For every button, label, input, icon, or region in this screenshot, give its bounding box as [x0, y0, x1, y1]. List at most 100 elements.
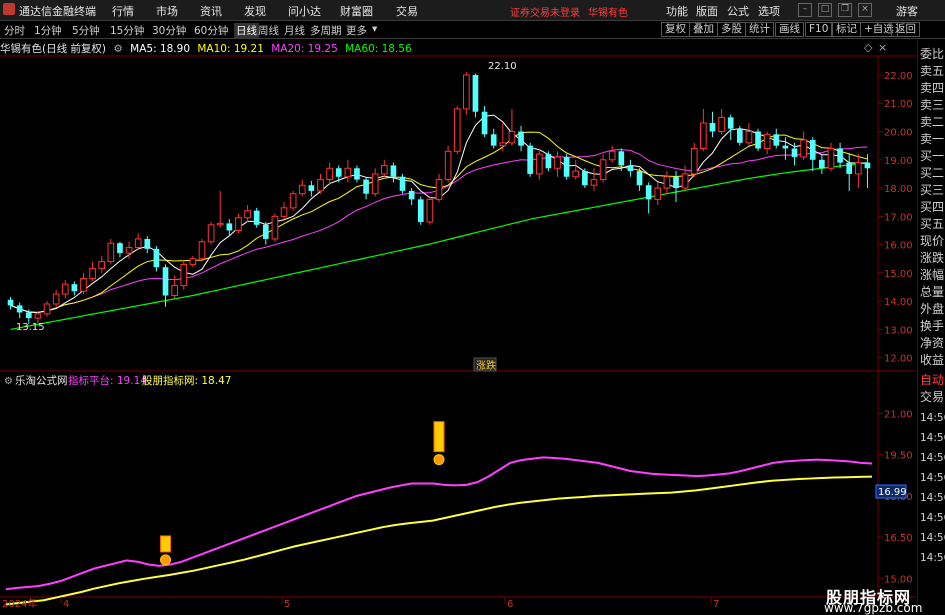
sidebar-item-bid2[interactable]: 买二 — [920, 165, 945, 182]
price-tick-label: 22.00 — [884, 71, 913, 82]
candle-body — [718, 116, 725, 133]
sidebar-item-ask2[interactable]: 卖二 — [920, 114, 945, 131]
signal-bar — [433, 421, 445, 453]
candle-body — [363, 179, 369, 194]
candle-body — [344, 167, 352, 178]
candle-body — [354, 168, 360, 180]
indicator-gear-icon[interactable]: ⚙ — [4, 376, 13, 387]
watermark-url: www.7gpzb.com — [824, 601, 923, 615]
candle-body — [663, 176, 671, 189]
candle-body — [435, 179, 443, 200]
candle-body — [417, 199, 424, 222]
sidebar-item-ask3[interactable]: 卖三 — [920, 97, 945, 114]
indicator-line2 — [5, 475, 873, 606]
candle-body — [399, 176, 406, 191]
candle-body — [144, 238, 151, 249]
price-tick-label: 16.00 — [884, 241, 913, 252]
candle-body — [390, 165, 397, 177]
sidebar-item-bid4[interactable]: 买四 — [920, 199, 945, 216]
candle-body — [800, 139, 807, 158]
sidebar-item-bid1[interactable]: 买一 — [920, 148, 945, 165]
candle-body — [681, 173, 689, 189]
sidebar-item-bid5[interactable]: 买五 — [920, 216, 945, 233]
candle-body — [809, 139, 816, 160]
sidebar-item-ask4[interactable]: 卖四 — [920, 80, 945, 97]
candle-body — [599, 159, 607, 181]
sidebar-item-bid-ratio[interactable]: 委比 — [920, 46, 945, 63]
sidebar-item-net-assets[interactable]: 净资 — [920, 335, 945, 352]
candle-body — [499, 142, 507, 147]
candle-body — [335, 168, 342, 177]
tick-time: 14:56 — [920, 412, 945, 424]
sidebar-item-change-pct[interactable]: 涨幅 — [920, 267, 945, 284]
ma20-series — [10, 146, 868, 313]
sidebar-item-earnings[interactable]: 收益 — [920, 352, 945, 369]
candle-body — [527, 145, 533, 174]
candle-body — [408, 190, 415, 200]
candle-body — [125, 246, 133, 254]
tick-time: 14:56 — [920, 452, 945, 464]
sidebar-item-trade[interactable]: 交易 — [920, 389, 945, 406]
price-tick-label: 14.00 — [884, 297, 913, 308]
indicator-current-value: 16.99 — [878, 487, 907, 498]
candle-body — [608, 150, 616, 161]
date-axis: 2024年 4 5 6 7 — [2, 597, 719, 609]
indicator-tick-label: 16.50 — [884, 533, 913, 544]
sidebar-item-change[interactable]: 涨跌 — [920, 250, 945, 267]
indicator-signals — [160, 421, 445, 566]
sidebar-item-bid3[interactable]: 买三 — [920, 182, 945, 199]
candle-body — [189, 258, 197, 265]
candle-body — [134, 238, 142, 248]
ma5-series — [10, 114, 868, 313]
candle-body — [107, 242, 115, 263]
right-sidebar: 委比 卖五 卖四 卖三 卖二 卖一 买一 买二 买三 买四 买五 现价 涨跌 涨… — [917, 40, 945, 609]
candle-body — [554, 156, 561, 169]
candle-body — [444, 150, 452, 181]
candle-body — [162, 267, 169, 296]
candle-body — [463, 74, 470, 110]
candle-body — [690, 147, 698, 175]
ma-lines — [10, 114, 868, 313]
candle-body — [673, 176, 679, 189]
high-price-label: 22.10 — [488, 61, 517, 72]
signal-bar — [160, 535, 172, 553]
candle-body — [727, 117, 734, 129]
candle-body — [426, 198, 434, 223]
candle-body — [736, 128, 743, 143]
candle-body — [235, 217, 242, 231]
candle-body — [34, 313, 42, 319]
tick-time: 14:56 — [920, 472, 945, 484]
candle-body — [627, 165, 634, 172]
date-month-label: 5 — [284, 599, 290, 609]
sidebar-item-turnover[interactable]: 换手 — [920, 318, 945, 335]
kline-chart[interactable]: 22.00 21.00 20.00 19.00 18.00 17.00 16.00 15.00… — [0, 0, 945, 609]
change-badge[interactable]: 涨跌 — [476, 359, 496, 372]
candle-body — [98, 261, 106, 270]
sidebar-item-ask1[interactable]: 卖一 — [920, 131, 945, 148]
candle-body — [636, 171, 643, 186]
sidebar-item-ask5[interactable]: 卖五 — [920, 63, 945, 80]
candle-body — [700, 122, 707, 149]
candle-body — [317, 179, 324, 192]
price-tick-label: 21.00 — [884, 99, 913, 110]
candle-body — [837, 148, 843, 163]
date-axis-start: 2024年 — [2, 597, 37, 609]
ma10-series — [10, 131, 868, 313]
signal-marker — [433, 454, 445, 466]
candle-body — [80, 278, 87, 292]
tick-time: 14:56 — [920, 532, 945, 544]
sidebar-item-auto[interactable]: 自动 — [920, 372, 945, 389]
sidebar-item-outer[interactable]: 外盘 — [920, 301, 945, 318]
candle-body — [572, 170, 580, 178]
tick-time: 14:56 — [920, 492, 945, 504]
candle-body — [16, 305, 23, 313]
sidebar-item-price[interactable]: 现价 — [920, 233, 945, 250]
indicator-line2-value: 股朋指标网: 18.47 — [142, 374, 231, 387]
sidebar-item-volume[interactable]: 总量 — [920, 284, 945, 301]
candle-body — [827, 147, 835, 169]
candle-body — [52, 293, 60, 305]
tick-time: 14:56 — [920, 432, 945, 444]
candle-body — [226, 223, 233, 231]
candles — [7, 72, 871, 324]
candle-body — [289, 193, 297, 209]
